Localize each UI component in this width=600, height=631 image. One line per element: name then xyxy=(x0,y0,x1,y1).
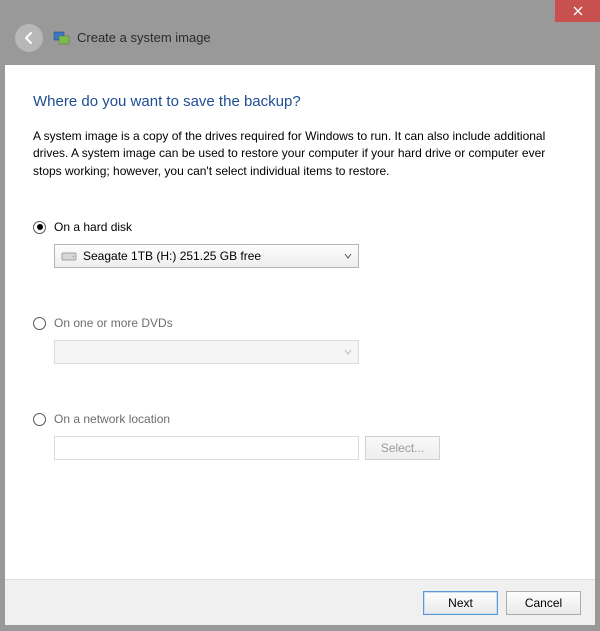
option-hard-disk: On a hard disk Seagate 1TB (H:) 251.25 G… xyxy=(33,220,567,268)
header-bar: Create a system image xyxy=(5,10,595,65)
page-heading: Where do you want to save the backup? xyxy=(33,93,567,110)
dvds-dropdown xyxy=(54,340,359,364)
drive-icon xyxy=(61,250,77,262)
hard-disk-dropdown[interactable]: Seagate 1TB (H:) 251.25 GB free xyxy=(54,244,359,268)
option-dvds: On one or more DVDs xyxy=(33,316,567,364)
cancel-button[interactable]: Cancel xyxy=(506,591,581,615)
radio-network-label: On a network location xyxy=(54,412,170,426)
content-panel: Where do you want to save the backup? A … xyxy=(5,65,595,625)
radio-dvds[interactable] xyxy=(33,317,46,330)
radio-dvds-label: On one or more DVDs xyxy=(54,316,173,330)
system-image-icon xyxy=(53,29,71,47)
radio-network[interactable] xyxy=(33,413,46,426)
chevron-down-icon xyxy=(344,252,352,260)
page-description: A system image is a copy of the drives r… xyxy=(33,128,567,180)
network-select-button: Select... xyxy=(365,436,440,460)
window-title: Create a system image xyxy=(77,30,211,45)
back-arrow-icon xyxy=(22,31,36,45)
wizard-window: Create a system image Where do you want … xyxy=(0,0,600,631)
radio-hard-disk-label: On a hard disk xyxy=(54,220,132,234)
hard-disk-selected-value: Seagate 1TB (H:) 251.25 GB free xyxy=(83,249,261,263)
option-network: On a network location Select... xyxy=(33,412,567,460)
radio-hard-disk[interactable] xyxy=(33,221,46,234)
chevron-down-icon xyxy=(344,348,352,356)
back-button[interactable] xyxy=(15,24,43,52)
footer: Next Cancel xyxy=(5,579,595,625)
close-button[interactable] xyxy=(555,0,600,22)
next-button[interactable]: Next xyxy=(423,591,498,615)
close-icon xyxy=(573,6,583,16)
network-path-input xyxy=(54,436,359,460)
